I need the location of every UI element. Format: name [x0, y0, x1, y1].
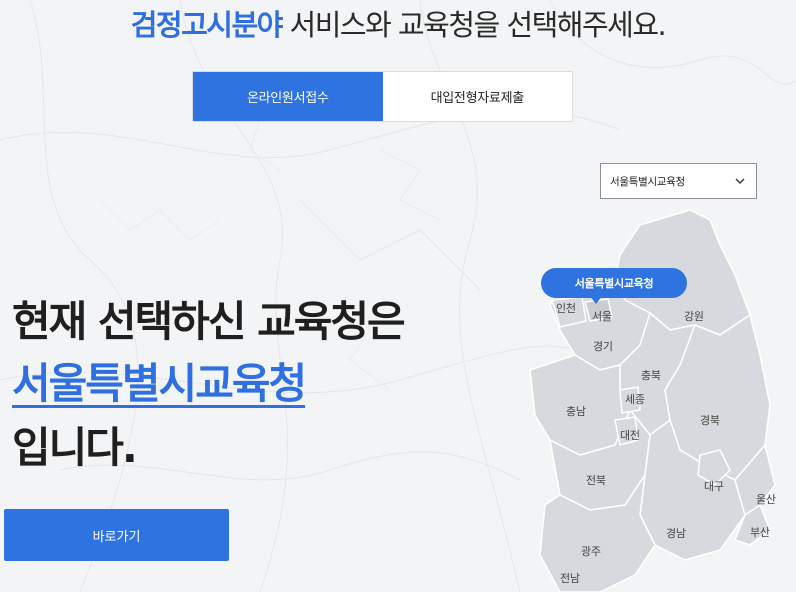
go-button[interactable]: 바로가기 — [4, 509, 229, 561]
region-label-chungbuk[interactable]: 충북 — [641, 367, 661, 383]
selected-region-pin: 서울특별시교육청 — [541, 268, 687, 298]
headline-highlight: 검정고시분야 — [130, 8, 284, 42]
headline-rest: 서비스와 교육청을 선택해주세요. — [281, 8, 667, 42]
pin-pointer — [590, 296, 602, 304]
region-label-gyeonggi[interactable]: 경기 — [593, 338, 613, 354]
office-select[interactable]: 서울특별시교육청 — [600, 163, 757, 199]
region-label-incheon[interactable]: 인천 — [556, 300, 576, 316]
tab-online-application[interactable]: 온라인원서접수 — [193, 72, 383, 121]
office-select-value: 서울특별시교육청 — [610, 175, 685, 188]
region-label-daejeon[interactable]: 대전 — [620, 427, 640, 443]
region-label-sejong[interactable]: 세종 — [625, 391, 645, 407]
chevron-down-icon — [735, 178, 745, 184]
region-label-busan[interactable]: 부산 — [750, 524, 770, 540]
page-headline: 검정고시분야 서비스와 교육청을 선택해주세요. — [0, 2, 796, 44]
selected-office-line3: 입니다. — [12, 423, 138, 472]
region-label-jeonbuk[interactable]: 전북 — [586, 472, 606, 488]
service-tabs: 온라인원서접수 대입전형자료제출 — [192, 71, 573, 122]
region-label-chungnam[interactable]: 충남 — [566, 403, 586, 419]
region-label-gyeongbuk[interactable]: 경북 — [700, 412, 720, 428]
region-label-ulsan[interactable]: 울산 — [756, 491, 776, 507]
region-label-seoul[interactable]: 서울 — [592, 308, 612, 324]
region-label-gangwon[interactable]: 강원 — [684, 308, 704, 324]
region-label-daegu[interactable]: 대구 — [704, 478, 724, 494]
tab-admission-data-submission[interactable]: 대입전형자료제출 — [383, 72, 573, 121]
region-label-jeonnam[interactable]: 전남 — [560, 570, 580, 586]
selected-office-name[interactable]: 서울특별시교육청 — [12, 350, 307, 411]
region-label-gwangju[interactable]: 광주 — [581, 543, 601, 559]
selected-office-line1: 현재 선택하신 교육청은 — [12, 297, 406, 346]
region-label-gyeongnam[interactable]: 경남 — [666, 525, 686, 541]
